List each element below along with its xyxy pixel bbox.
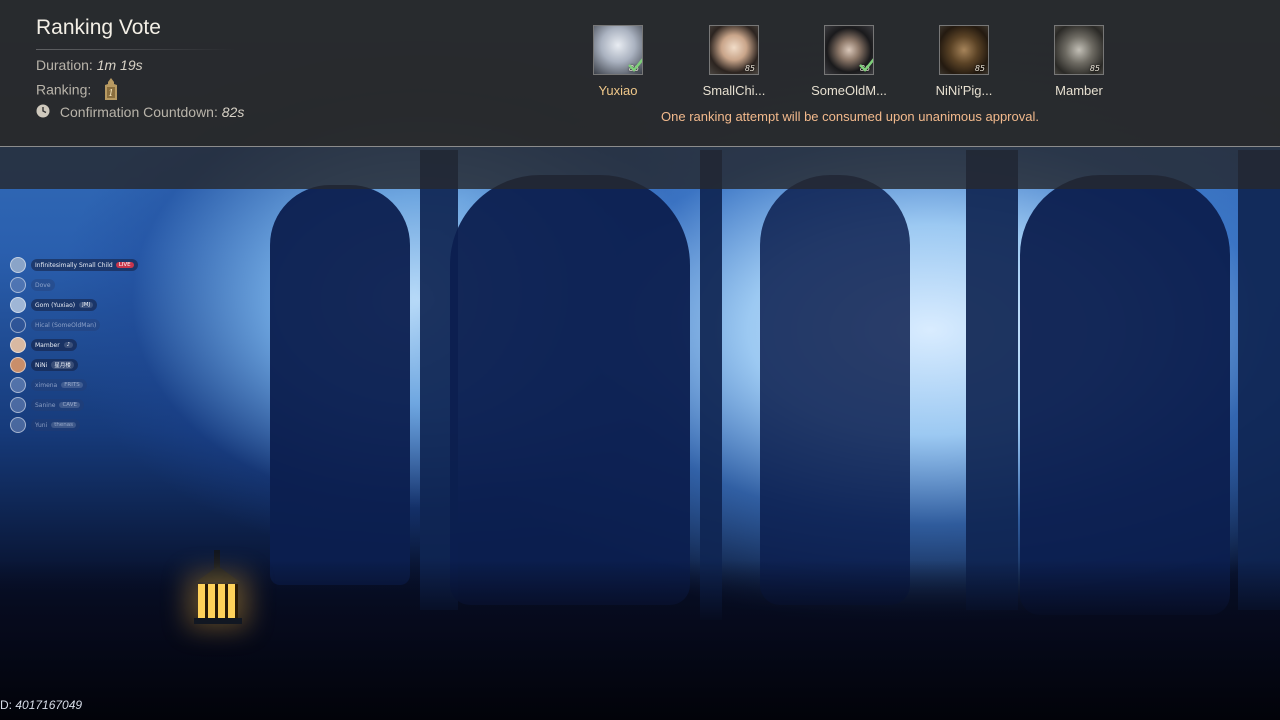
member-tag: thenas — [51, 422, 76, 428]
member-avatar — [10, 397, 26, 413]
ranking-label: Ranking: — [36, 81, 92, 98]
approved-check-icon — [859, 57, 873, 74]
pillar — [966, 150, 1018, 610]
player-name: Yuxiao — [598, 83, 638, 98]
member-avatar — [10, 317, 26, 333]
vote-notice: One ranking attempt will be consumed upo… — [661, 109, 1039, 124]
member-tag: CAVE — [59, 402, 80, 408]
member-avatar — [10, 257, 26, 273]
countdown-label: Confirmation Countdown: — [59, 104, 218, 120]
player-name: SomeOldM... — [811, 83, 887, 98]
player-avatar: 86 — [593, 25, 643, 75]
duration-label: Duration: — [36, 57, 93, 73]
panel-title: Ranking Vote — [36, 16, 161, 39]
player-level: 85 — [1089, 64, 1100, 73]
member-name: NiNi — [35, 361, 48, 369]
member-pill: Sanine CAVE — [31, 399, 84, 411]
player-name: Mamber — [1055, 83, 1103, 98]
voice-member[interactable]: Hical (SomeOldMan) — [10, 316, 101, 334]
countdown-value: 82s — [221, 104, 245, 120]
clock-icon — [36, 104, 50, 121]
member-avatar — [10, 277, 26, 293]
character-silhouette — [1020, 175, 1230, 615]
member-tag: 星月楼 — [51, 361, 74, 369]
approved-check-icon — [628, 57, 642, 74]
member-name: Mamber — [35, 341, 60, 349]
rank-1-tablet-icon: 1 — [103, 78, 119, 100]
duration-row: Duration: 1m 19s — [36, 57, 143, 73]
player-level: 85 — [744, 64, 755, 73]
lantern-icon — [192, 548, 244, 638]
member-pill: Hical (SomeOldMan) — [31, 319, 101, 331]
player-level: 85 — [974, 64, 985, 73]
voice-member[interactable]: Dove — [10, 276, 55, 294]
player-avatar: 85 — [709, 25, 759, 75]
player-avatar: 85 — [1054, 25, 1104, 75]
member-name: Hical (SomeOldMan) — [35, 321, 97, 329]
player-name: NiNi'Pig... — [935, 83, 993, 98]
voice-member[interactable]: Sanine CAVE — [10, 396, 84, 414]
title-divider — [36, 49, 236, 50]
member-pill: Gom (Yuxiao) JMJ — [31, 299, 98, 311]
character-silhouette — [270, 185, 410, 585]
id-value: 4017167049 — [15, 698, 83, 712]
member-name: Sanine — [35, 401, 56, 409]
member-tag: ♪ — [63, 342, 74, 348]
member-pill: Infinitesimally Small Child LIVE — [31, 259, 138, 271]
player-id-readout: D: 4017167049 — [0, 698, 82, 712]
player-card[interactable]: 86 Yuxiao — [563, 25, 673, 98]
voice-member[interactable]: NiNi 星月楼 — [10, 356, 78, 374]
player-card[interactable]: 85 Mamber — [1024, 25, 1134, 98]
member-name: Yuni — [35, 421, 48, 429]
member-avatar — [10, 337, 26, 353]
member-tag: FRITS — [61, 382, 83, 388]
member-pill: NiNi 星月楼 — [31, 359, 78, 371]
pillar — [1238, 150, 1280, 610]
member-pill: ximena FRITS — [31, 379, 87, 391]
player-avatar: 85 — [939, 25, 989, 75]
player-card[interactable]: 85 SmallChi... — [679, 25, 789, 98]
voice-member[interactable]: Mamber ♪ — [10, 336, 78, 354]
member-avatar — [10, 417, 26, 433]
member-pill: Dove — [31, 279, 55, 291]
pillar — [700, 150, 722, 620]
player-card[interactable]: 85 NiNi'Pig... — [909, 25, 1019, 98]
member-name: Infinitesimally Small Child — [35, 261, 113, 269]
voice-member[interactable]: Infinitesimally Small Child LIVE — [10, 256, 138, 274]
live-badge: LIVE — [115, 262, 134, 268]
voice-member[interactable]: Gom (Yuxiao) JMJ — [10, 296, 98, 314]
countdown-row: Confirmation Countdown: 82s — [36, 104, 244, 122]
member-avatar — [10, 297, 26, 313]
character-silhouette — [450, 175, 690, 605]
member-name: Dove — [35, 281, 51, 289]
svg-text:1: 1 — [108, 89, 114, 99]
member-tag: JMJ — [79, 302, 94, 308]
member-name: Gom (Yuxiao) — [35, 301, 76, 309]
member-pill: Mamber ♪ — [31, 339, 78, 351]
member-avatar — [10, 357, 26, 373]
ranking-row: Ranking: 1 — [36, 78, 119, 102]
player-name: SmallChi... — [702, 83, 766, 98]
id-label: D: — [0, 698, 12, 712]
player-avatar: 86 — [824, 25, 874, 75]
member-pill: Yuni thenas — [31, 419, 80, 431]
character-silhouette — [760, 175, 910, 605]
voice-member[interactable]: ximena FRITS — [10, 376, 87, 394]
member-name: ximena — [35, 381, 58, 389]
player-card[interactable]: 86 SomeOldM... — [794, 25, 904, 98]
ranking-vote-panel: Ranking Vote Duration: 1m 19s Ranking: 1… — [0, 0, 1280, 147]
duration-value: 1m 19s — [96, 57, 143, 73]
member-avatar — [10, 377, 26, 393]
panel-shadow-strip — [0, 147, 1280, 189]
voice-member[interactable]: Yuni thenas — [10, 416, 80, 434]
